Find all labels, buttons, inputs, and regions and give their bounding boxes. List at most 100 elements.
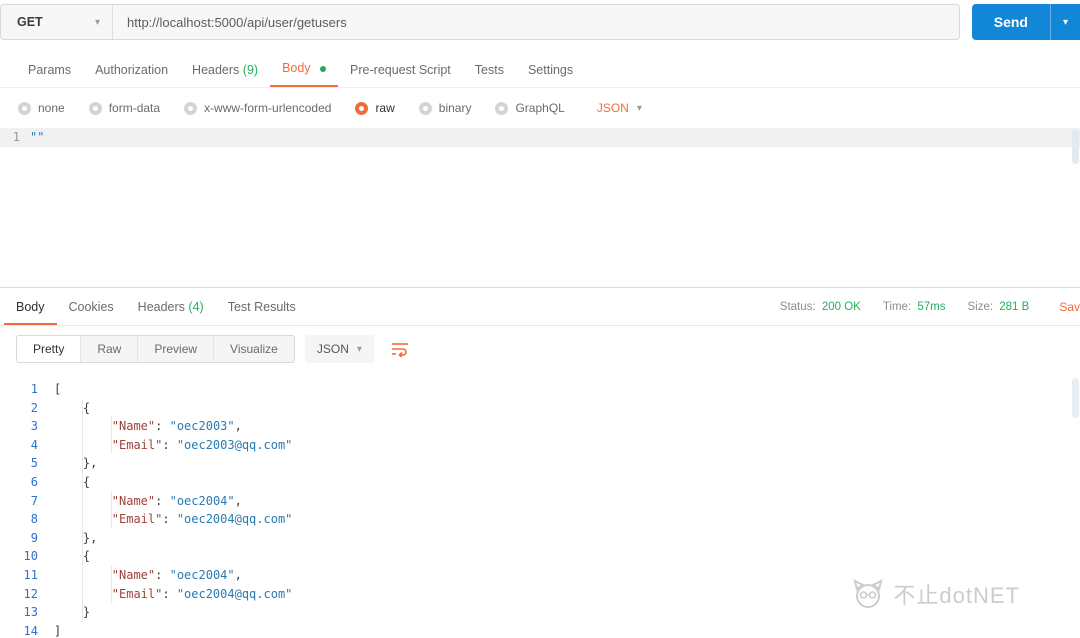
send-options-caret[interactable]: ▾ bbox=[1049, 4, 1080, 40]
indent-guide bbox=[54, 454, 83, 473]
raw-format-select[interactable]: JSON ▾ bbox=[597, 101, 642, 115]
indent-guide bbox=[54, 435, 83, 455]
tab-prerequest-script[interactable]: Pre-request Script bbox=[338, 55, 463, 87]
radio-none-label: none bbox=[38, 101, 65, 115]
indent-guide bbox=[83, 417, 112, 436]
tab-tests-label: Tests bbox=[474, 63, 504, 77]
view-tab-pretty[interactable]: Pretty bbox=[17, 336, 82, 362]
chevron-down-icon: ▾ bbox=[1062, 16, 1068, 28]
line-number: 5 bbox=[30, 456, 38, 471]
url-bar: GET ▾ Send ▾ bbox=[0, 0, 1080, 42]
tab-body[interactable]: Body bbox=[270, 53, 339, 87]
line-content: { bbox=[54, 398, 90, 418]
code-line: 8 "Email": "oec2004@qq.com" bbox=[0, 510, 1080, 529]
tab-tests[interactable]: Tests bbox=[463, 55, 516, 87]
tab-headers[interactable]: Headers (9) bbox=[180, 55, 270, 87]
line-content: "Email": "oec2004@qq.com" bbox=[54, 510, 292, 529]
radio-selected-icon bbox=[355, 101, 369, 115]
indent-guide bbox=[54, 472, 83, 492]
indent-guide bbox=[54, 417, 83, 436]
response-tab-cookies-label: Cookies bbox=[68, 299, 114, 314]
indent-guide bbox=[83, 435, 112, 455]
response-tab-body[interactable]: Body bbox=[4, 289, 57, 325]
request-body-editor[interactable]: 1 "" bbox=[0, 128, 1080, 288]
url-input[interactable] bbox=[113, 5, 959, 39]
code-line: 12 "Email": "oec2004@qq.com" bbox=[0, 584, 1080, 604]
size-label: Size: bbox=[967, 300, 994, 313]
response-tabs-row: Body Cookies Headers (4) Test Results St… bbox=[0, 288, 1080, 326]
response-view-segmented: Pretty Raw Preview Visualize bbox=[16, 335, 295, 363]
radio-graphql-label: GraphQL bbox=[515, 101, 565, 115]
method-select[interactable]: GET ▾ bbox=[1, 5, 113, 39]
tab-authorization[interactable]: Authorization bbox=[83, 55, 180, 87]
indent-guide bbox=[83, 584, 112, 604]
line-number: 14 bbox=[23, 623, 38, 638]
response-tab-headers[interactable]: Headers (4) bbox=[126, 289, 216, 325]
radio-form-data[interactable]: form-data bbox=[88, 101, 160, 115]
tab-settings[interactable]: Settings bbox=[516, 55, 585, 87]
raw-format-label: JSON bbox=[596, 101, 629, 115]
indent-guide bbox=[54, 584, 83, 604]
indent-guide bbox=[54, 491, 83, 511]
radio-icon bbox=[418, 101, 432, 115]
view-tab-raw-label: Raw bbox=[97, 342, 122, 356]
response-tab-body-label: Body bbox=[16, 299, 45, 314]
editor-line-1: 1 "" bbox=[0, 128, 1080, 147]
radio-icon bbox=[88, 101, 102, 115]
send-button[interactable]: Send ▾ bbox=[971, 4, 1080, 40]
line-number: 6 bbox=[30, 474, 38, 489]
time-value: 57ms bbox=[917, 300, 946, 313]
response-meta: Status: 200 OK Time: 57ms Size: 281 B Sa… bbox=[758, 300, 1080, 314]
view-tab-visualize[interactable]: Visualize bbox=[214, 336, 294, 362]
radio-urlencoded-label: x-www-form-urlencoded bbox=[204, 101, 332, 115]
radio-graphql[interactable]: GraphQL bbox=[495, 101, 565, 115]
method-label: GET bbox=[17, 15, 43, 29]
radio-x-www-form-urlencoded[interactable]: x-www-form-urlencoded bbox=[184, 101, 331, 115]
indent-guide bbox=[54, 528, 83, 548]
editor-line-content: "" bbox=[30, 130, 45, 144]
code-line: 6{ bbox=[0, 472, 1080, 492]
tab-authorization-label: Authorization bbox=[95, 63, 169, 77]
radio-binary[interactable]: binary bbox=[418, 101, 472, 115]
line-content: }, bbox=[54, 454, 97, 473]
line-number: 7 bbox=[30, 493, 38, 508]
indent-guide bbox=[83, 491, 112, 511]
response-tab-headers-count: (4) bbox=[188, 299, 204, 314]
line-number: 1 bbox=[30, 382, 38, 396]
response-tab-cookies[interactable]: Cookies bbox=[57, 289, 126, 325]
response-format-label: JSON bbox=[316, 342, 349, 356]
wrap-text-icon bbox=[391, 343, 408, 357]
radio-icon bbox=[18, 101, 31, 115]
body-present-dot bbox=[320, 65, 327, 72]
indent-guide bbox=[54, 547, 83, 566]
response-tab-test-results[interactable]: Test Results bbox=[216, 289, 308, 325]
code-line: 5}, bbox=[0, 454, 1080, 473]
radio-raw[interactable]: raw bbox=[355, 101, 395, 115]
save-response-button[interactable]: Sav bbox=[1059, 300, 1080, 314]
size-value: 281 B bbox=[999, 300, 1030, 313]
response-scrollbar[interactable] bbox=[1072, 378, 1079, 418]
indent-guide bbox=[54, 565, 83, 585]
tab-params[interactable]: Params bbox=[16, 55, 83, 87]
wrap-text-button[interactable] bbox=[390, 341, 410, 357]
line-content: }, bbox=[54, 528, 97, 548]
chevron-down-icon: ▾ bbox=[94, 16, 100, 28]
send-button-label: Send bbox=[993, 14, 1028, 30]
response-body-viewer[interactable]: 1[2{3 "Name": "oec2003", 4 "Email": "oec200… bbox=[0, 372, 1080, 638]
body-type-row: none form-data x-www-form-urlencoded raw… bbox=[0, 88, 1080, 128]
radio-none[interactable]: none bbox=[18, 101, 65, 115]
request-tabs: Params Authorization Headers (9) Body Pr… bbox=[0, 42, 1080, 88]
indent-guide bbox=[54, 510, 83, 529]
line-number: 12 bbox=[23, 586, 38, 601]
line-number: 13 bbox=[23, 605, 38, 620]
code-line: 9}, bbox=[0, 528, 1080, 548]
view-tab-preview[interactable]: Preview bbox=[138, 336, 215, 362]
editor-scrollbar[interactable] bbox=[1072, 130, 1079, 164]
size-pair: Size: 281 B bbox=[967, 301, 1029, 313]
view-tab-visualize-label: Visualize bbox=[230, 342, 278, 356]
radio-binary-label: binary bbox=[438, 101, 472, 115]
response-format-select[interactable]: JSON ▾ bbox=[304, 335, 374, 363]
view-tab-raw[interactable]: Raw bbox=[81, 336, 139, 362]
tab-params-label: Params bbox=[28, 63, 72, 77]
indent-guide bbox=[54, 398, 83, 418]
